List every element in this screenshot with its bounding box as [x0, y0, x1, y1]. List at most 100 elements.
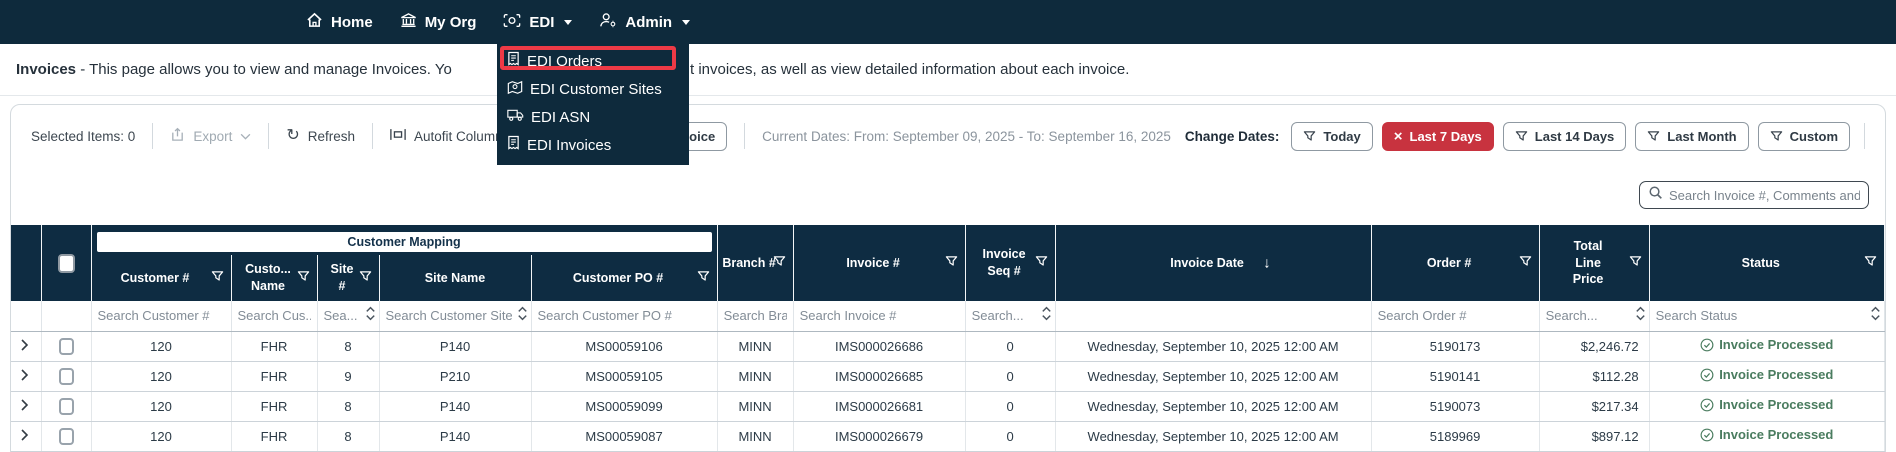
cell-invoice-date: Wednesday, September 10, 2025 12:00 AM — [1055, 331, 1371, 361]
nav-item-home[interactable]: Home — [306, 12, 373, 32]
cell-site-number: 8 — [317, 331, 379, 361]
expand-row-button[interactable] — [11, 331, 41, 361]
last-month-button[interactable]: Last Month — [1635, 122, 1748, 151]
column-header-site-number[interactable]: Site # — [317, 255, 379, 301]
spinner-up-down-icon[interactable] — [517, 305, 528, 327]
divider — [1864, 123, 1865, 149]
filter-funnel-icon[interactable] — [359, 270, 372, 287]
status-badge: Invoice Processed — [1700, 427, 1833, 442]
filter-order-number-input[interactable] — [1376, 308, 1535, 323]
column-header-site-name[interactable]: Site Name — [379, 255, 531, 301]
filter-customer-number-input[interactable] — [96, 308, 227, 323]
spinner-up-down-icon[interactable] — [1635, 305, 1646, 327]
column-label: Status — [1742, 255, 1780, 272]
selected-items-count: Selected Items: 0 — [31, 129, 135, 144]
sort-descending-icon[interactable]: ↓ — [1263, 255, 1271, 272]
filter-funnel-icon[interactable] — [297, 270, 310, 287]
date-button-label: Last 14 Days — [1535, 129, 1615, 144]
bank-icon — [400, 12, 417, 32]
table-row[interactable]: 120 FHR 8 P140 MS00059087 MINN IMS000026… — [11, 421, 1885, 451]
cell-customer-number: 120 — [91, 331, 231, 361]
filter-invoice-number-input[interactable] — [798, 308, 961, 323]
row-checkbox[interactable] — [59, 398, 74, 415]
status-badge: Invoice Processed — [1700, 397, 1833, 412]
nav-item-admin[interactable]: Admin — [599, 12, 690, 32]
filter-customer-name-input[interactable] — [236, 308, 313, 323]
last-14-days-button[interactable]: Last 14 Days — [1503, 122, 1627, 151]
column-header-status[interactable]: Status — [1649, 225, 1884, 301]
expand-row-button[interactable] — [11, 421, 41, 451]
filter-status-input[interactable] — [1654, 308, 1868, 323]
custom-dates-button[interactable]: Custom — [1758, 122, 1850, 151]
filter-branch-input[interactable] — [722, 308, 789, 323]
table-row[interactable]: 120 FHR 8 P140 MS00059106 MINN IMS000026… — [11, 331, 1885, 361]
today-button[interactable]: Today — [1291, 122, 1372, 151]
filter-funnel-icon[interactable] — [1519, 255, 1532, 272]
map-icon — [507, 80, 523, 99]
row-checkbox[interactable] — [59, 428, 74, 445]
column-header-customer-po[interactable]: Customer PO # — [531, 255, 717, 301]
row-checkbox[interactable] — [59, 338, 74, 355]
current-dates-text: Current Dates: From: September 09, 2025 … — [762, 129, 1171, 144]
spinner-up-down-icon[interactable] — [365, 305, 376, 327]
export-button[interactable]: Export — [170, 127, 251, 145]
filter-site-number-input[interactable] — [322, 308, 363, 323]
filter-site-name-input[interactable] — [384, 308, 515, 323]
last-7-days-button-active[interactable]: × Last 7 Days — [1382, 122, 1494, 151]
cell-invoice-date: Wednesday, September 10, 2025 12:00 AM — [1055, 421, 1371, 451]
column-header-order-number[interactable]: Order # — [1371, 225, 1539, 301]
admin-user-gear-icon — [599, 12, 617, 32]
filter-total-line-price-input[interactable] — [1544, 308, 1633, 323]
check-circle-icon — [1700, 338, 1714, 352]
column-header-invoice-seq[interactable]: Invoice Seq # — [965, 225, 1055, 301]
filter-invoice-seq-input[interactable] — [970, 308, 1039, 323]
menu-item-label: EDI Invoices — [527, 137, 611, 154]
column-label: Invoice Date — [1170, 255, 1244, 272]
cell-customer-number: 120 — [91, 391, 231, 421]
filter-funnel-icon[interactable] — [1035, 255, 1048, 272]
filter-funnel-icon[interactable] — [1629, 255, 1642, 272]
cell-status: Invoice Processed — [1649, 391, 1884, 421]
column-header-branch[interactable]: Branch # — [717, 225, 793, 301]
menu-item-edi-customer-sites[interactable]: EDI Customer Sites — [497, 75, 689, 103]
filter-funnel-icon[interactable] — [773, 255, 786, 272]
invoices-table: Customer Mapping Branch # Invoice # Invo… — [11, 225, 1885, 452]
autofit-columns-button[interactable]: Autofit Columns — [390, 128, 509, 144]
refresh-button[interactable]: ↻ Refresh — [286, 128, 355, 144]
column-header-customer-name[interactable]: Custo... Name — [231, 255, 317, 301]
filter-funnel-icon[interactable] — [211, 270, 224, 287]
menu-item-edi-orders[interactable]: EDI Orders — [497, 47, 689, 75]
filter-funnel-icon[interactable] — [945, 255, 958, 272]
table-row[interactable]: 120 FHR 9 P210 MS00059105 MINN IMS000026… — [11, 361, 1885, 391]
cell-customer-name: FHR — [231, 421, 317, 451]
cell-order-number: 5189969 — [1371, 421, 1539, 451]
filter-funnel-icon[interactable] — [1864, 255, 1877, 272]
cell-site-name: P140 — [379, 391, 531, 421]
search-input[interactable] — [1669, 188, 1860, 203]
column-label: Invoice Seq # — [979, 246, 1029, 280]
spinner-up-down-icon[interactable] — [1041, 305, 1052, 327]
edi-icon — [503, 13, 521, 32]
nav-item-my-org[interactable]: My Org — [400, 12, 477, 32]
menu-item-edi-invoices[interactable]: EDI Invoices — [497, 131, 689, 159]
menu-item-label: EDI Customer Sites — [530, 81, 662, 98]
nav-item-edi[interactable]: EDI — [503, 13, 572, 32]
column-header-customer-number[interactable]: Customer # — [91, 255, 231, 301]
row-checkbox[interactable] — [59, 368, 74, 385]
toolbar: Selected Items: 0 Export ↻ Refresh Autof… — [11, 105, 1885, 167]
column-header-invoice-date[interactable]: Invoice Date ↓ — [1055, 225, 1371, 301]
filter-funnel-icon[interactable] — [697, 270, 710, 287]
date-button-label: Last Month — [1667, 129, 1736, 144]
table-row[interactable]: 120 FHR 8 P140 MS00059099 MINN IMS000026… — [11, 391, 1885, 421]
column-header-invoice-number[interactable]: Invoice # — [793, 225, 965, 301]
expand-row-button[interactable] — [11, 391, 41, 421]
spinner-up-down-icon[interactable] — [1870, 305, 1881, 327]
page-title: Invoices — [16, 61, 76, 78]
expand-row-button[interactable] — [11, 361, 41, 391]
top-nav: Home My Org EDI Admin — [0, 0, 1896, 44]
filter-customer-po-input[interactable] — [536, 308, 713, 323]
select-all-checkbox[interactable] — [58, 254, 75, 273]
column-header-total-line-price[interactable]: Total Line Price — [1539, 225, 1649, 301]
menu-item-edi-asn[interactable]: EDI ASN — [497, 103, 689, 131]
filter-invoice-date-input[interactable] — [1060, 308, 1367, 323]
